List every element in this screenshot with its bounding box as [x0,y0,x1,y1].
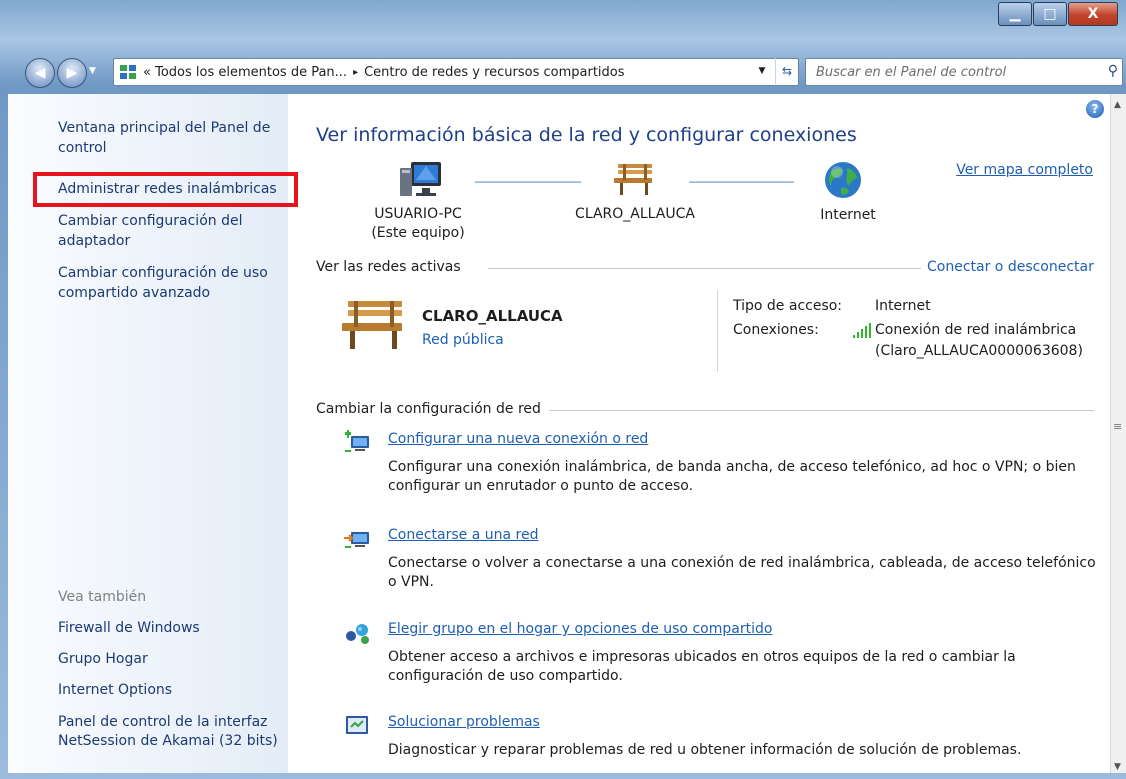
sidebar-item-control-panel-home[interactable]: Ventana principal del Panel de control [58,118,283,158]
help-button[interactable]: ? [1086,100,1104,118]
task-connect-network: Conectarse a una red Conectarse o volver… [388,526,1098,592]
vertical-scrollbar[interactable] [1110,94,1126,773]
change-settings-heading: Cambiar la configuración de red [316,401,541,417]
section-divider-2 [549,410,1094,411]
history-dropdown-icon[interactable]: ▼ [89,66,96,76]
node-network-label: CLARO_ALLAUCA [575,206,695,222]
task-troubleshoot: Solucionar problemas Diagnosticar y repa… [388,713,1098,760]
help-icon: ? [1091,102,1099,116]
task-homegroup-link[interactable]: Elegir grupo en el hogar y opciones de u… [388,621,772,637]
navigation-bar: ◀ ▶ ▼ « Todos los elementos de Pan... ▸ … [0,58,1126,88]
see-also-homegroup[interactable]: Grupo Hogar [58,651,148,667]
bench-icon [614,164,652,195]
minimize-button[interactable]: ▁ [998,2,1032,26]
address-bar[interactable]: « Todos los elementos de Pan... ▸ Centro… [113,58,799,86]
computer-icon [400,162,441,196]
forward-button[interactable]: ▶ [57,58,87,88]
scroll-up-icon[interactable]: ▲ [1114,100,1121,110]
title-bar: ▁ □ X [0,0,1126,44]
see-also-internet-options[interactable]: Internet Options [58,682,172,698]
task-connect-network-description: Conectarse o volver a conectarse a una c… [388,555,1096,590]
refresh-button[interactable]: ⇆ [775,58,798,84]
search-box[interactable]: Buscar en el Panel de control ⚲ [805,58,1123,86]
highlight-box [33,172,298,207]
task-new-connection-link[interactable]: Configurar una nueva conexión o red [388,431,648,447]
task-new-connection-description: Configurar una conexión inalámbrica, de … [388,459,1076,494]
back-arrow-icon: ◀ [34,65,46,81]
breadcrumb-parent[interactable]: « Todos los elementos de Pan... [143,65,347,80]
close-button[interactable]: X [1068,2,1118,26]
search-placeholder: Buscar en el Panel de control [816,64,1007,80]
active-network-name: CLARO_ALLAUCA [422,307,563,325]
globe-icon [825,162,861,198]
node-computer-label: USUARIO-PC (Este equipo) [371,206,465,241]
see-also-heading: Vea también [58,589,147,605]
breadcrumb-separator-icon[interactable]: ▸ [353,67,358,78]
network-bench-icon [342,301,402,349]
search-icon[interactable]: ⚲ [1108,63,1118,79]
forward-arrow-icon: ▶ [66,65,78,81]
map-connector-line [475,181,581,183]
connect-disconnect-link[interactable]: Conectar o desconectar [927,259,1094,275]
task-troubleshoot-link[interactable]: Solucionar problemas [388,714,540,730]
homegroup-icon [346,624,369,644]
refresh-icon: ⇆ [781,64,793,78]
wifi-signal-icon [853,323,871,338]
task-homegroup: Elegir grupo en el hogar y opciones de u… [388,620,1098,686]
address-dropdown-icon[interactable]: ▼ [751,58,773,84]
vertical-divider [717,290,718,372]
control-panel-icon [120,65,136,79]
network-type-link[interactable]: Red pública [422,332,504,348]
connect-network-icon [344,532,369,548]
window-controls: ▁ □ X [997,2,1118,26]
task-troubleshoot-description: Diagnosticar y reparar problemas de red … [388,742,1022,758]
wireless-connection-link[interactable]: Conexión de red inalámbrica [875,322,1076,338]
wireless-connection-ssid-link[interactable]: (Claro_ALLAUCA0000063608) [875,343,1083,359]
breadcrumb-current[interactable]: Centro de redes y recursos compartidos [364,65,624,80]
sidebar-item-adapter-settings[interactable]: Cambiar configuración del adaptador [58,211,278,251]
active-networks-heading: Ver las redes activas [316,259,461,275]
task-new-connection: Configurar una nueva conexión o red Conf… [388,430,1098,496]
scroll-down-icon[interactable]: ▼ [1114,762,1121,772]
connections-label: Conexiones: [733,322,819,338]
section-divider [488,268,921,269]
see-also-akamai[interactable]: Panel de control de la interfaz NetSessi… [58,713,288,751]
troubleshoot-icon [346,716,368,734]
back-button[interactable]: ◀ [25,58,55,88]
scroll-thumb-grip-icon[interactable]: ≡ [1113,420,1122,433]
maximize-button[interactable]: □ [1033,2,1067,26]
access-type-label: Tipo de acceso: [733,298,843,314]
map-connector-line-2 [689,181,794,183]
node-internet-label: Internet [820,207,876,223]
access-type-value: Internet [875,298,931,314]
sidebar-item-advanced-sharing[interactable]: Cambiar configuración de uso compartido … [58,263,283,303]
task-homegroup-description: Obtener acceso a archivos e impresoras u… [388,649,1016,684]
see-full-map-link[interactable]: Ver mapa completo [956,162,1093,178]
see-also-firewall[interactable]: Firewall de Windows [58,620,200,636]
new-connection-icon [345,430,369,452]
page-title: Ver información básica de la red y confi… [316,124,857,146]
task-connect-network-link[interactable]: Conectarse a una red [388,527,538,543]
